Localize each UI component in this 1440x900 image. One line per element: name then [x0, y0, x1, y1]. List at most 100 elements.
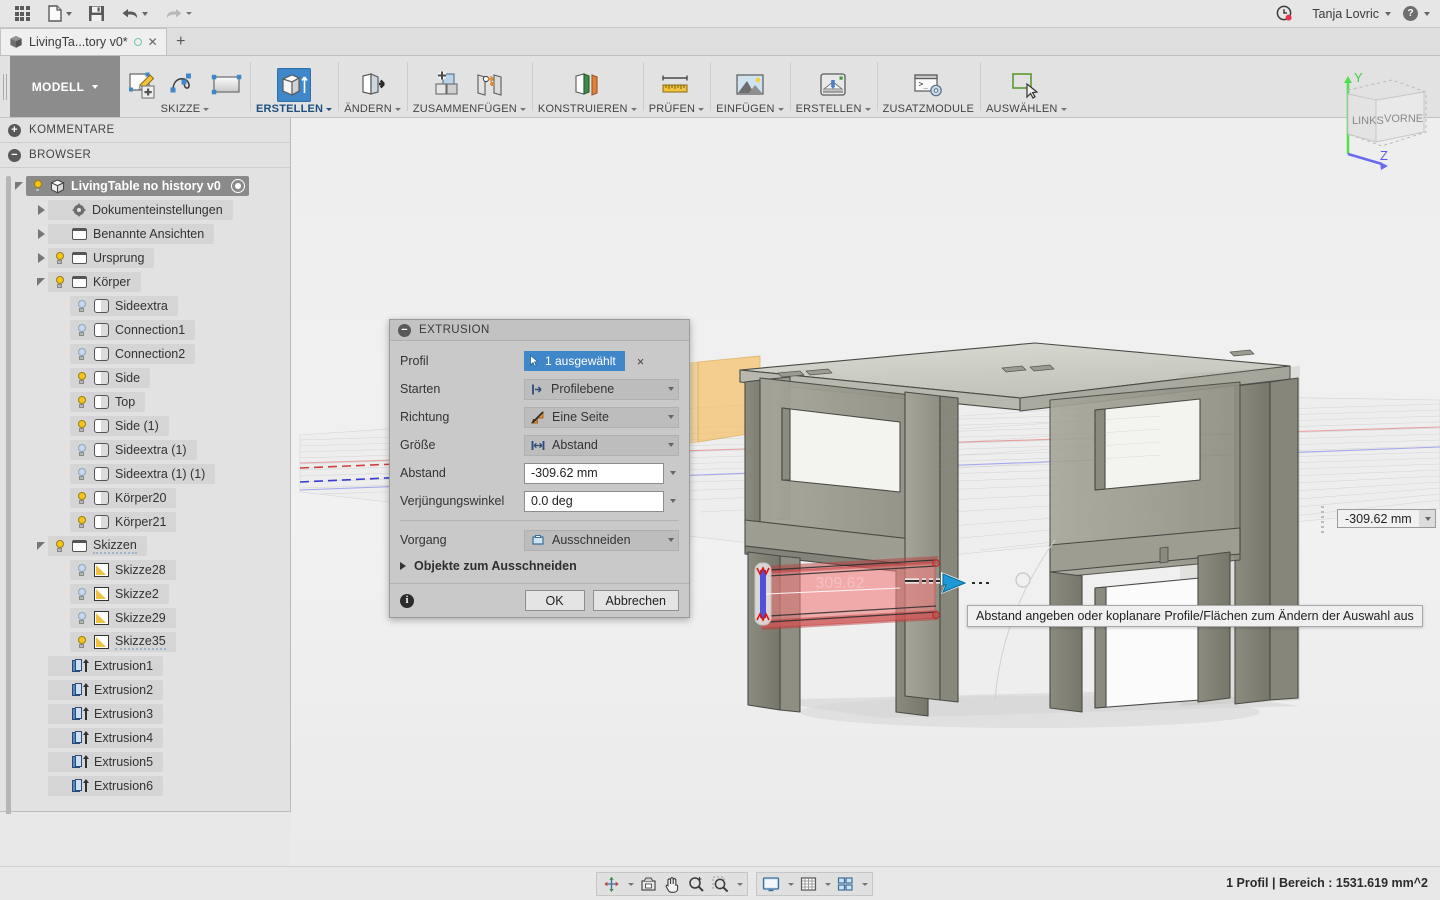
browser-header[interactable]: − BROWSER [0, 143, 290, 168]
tree-item[interactable]: Connection1 [0, 318, 290, 342]
tree-item[interactable]: Sideextra (1) [0, 438, 290, 462]
tree-item[interactable]: Extrusion3 [0, 702, 290, 726]
workspace-selector[interactable]: MODELL [10, 56, 120, 117]
addins-script-icon[interactable]: >_ [911, 68, 945, 102]
ribbon-group-label-select[interactable]: AUSWÄHLEN [986, 103, 1067, 115]
ribbon-group-label-addins[interactable]: ZUSATZMODULE [883, 103, 974, 115]
create-sketch-icon[interactable] [126, 68, 160, 102]
visibility-bulb-icon[interactable] [75, 611, 88, 625]
profile-selection-button[interactable]: 1 ausgewählt [524, 351, 625, 371]
visibility-bulb-icon[interactable] [75, 563, 88, 577]
tree-item[interactable]: Körper21 [0, 510, 290, 534]
user-menu-button[interactable]: Tanja Lovric [1312, 7, 1391, 21]
joint-icon[interactable] [473, 68, 507, 102]
ribbon-group-label-sketch[interactable]: SKIZZE [161, 103, 210, 115]
viewport-distance-caret-icon[interactable] [1419, 516, 1435, 521]
visibility-bulb-icon[interactable] [53, 539, 66, 553]
visibility-bulb-icon[interactable] [31, 179, 44, 193]
undo-button[interactable] [112, 1, 156, 27]
tree-item[interactable]: Extrusion1 [0, 654, 290, 678]
tree-item[interactable]: Extrusion2 [0, 678, 290, 702]
tree-item[interactable]: Dokumenteinstellungen [0, 198, 290, 222]
tree-item[interactable]: Extrusion6 [0, 774, 290, 798]
tree-item[interactable]: Sideextra [0, 294, 290, 318]
new-component-icon[interactable] [431, 68, 465, 102]
measure-icon[interactable] [659, 68, 693, 102]
collapse-toggle[interactable] [34, 542, 48, 550]
tree-item[interactable]: Extrusion5 [0, 750, 290, 774]
visibility-bulb-icon[interactable] [75, 299, 88, 313]
tree-item[interactable]: Top [0, 390, 290, 414]
start-dropdown[interactable]: Profilebene [524, 378, 679, 400]
visibility-bulb-icon[interactable] [75, 515, 88, 529]
tree-item[interactable]: Körper20 [0, 486, 290, 510]
tree-item[interactable]: Skizzen [0, 534, 290, 558]
comments-header[interactable]: + KOMMENTARE [0, 118, 290, 143]
taper-options-icon[interactable] [664, 499, 679, 503]
insert-image-icon[interactable] [733, 68, 767, 102]
ribbon-group-label-construct[interactable]: KONSTRUIEREN [538, 103, 637, 115]
visibility-bulb-icon[interactable] [75, 467, 88, 481]
apps-grid-icon[interactable] [6, 1, 38, 27]
notifications-button[interactable] [1268, 1, 1300, 27]
viewport-distance-value[interactable]: -309.62 mm [1338, 510, 1419, 527]
tree-item[interactable]: Extrusion4 [0, 726, 290, 750]
expand-toggle[interactable] [34, 205, 48, 215]
tree-item[interactable]: Skizze2 [0, 582, 290, 606]
visibility-bulb-icon[interactable] [75, 491, 88, 505]
visibility-bulb-icon[interactable] [75, 323, 88, 337]
extrusion-dialog-titlebar[interactable]: − EXTRUSION [390, 320, 689, 341]
visibility-bulb-icon[interactable] [75, 371, 88, 385]
visibility-bulb-icon[interactable] [75, 395, 88, 409]
extrusion-dialog[interactable]: − EXTRUSION Profil 1 ausgewählt × Starte… [389, 319, 690, 618]
viewport-distance-field[interactable]: -309.62 mm [1337, 509, 1436, 528]
collapse-toggle[interactable] [34, 278, 48, 286]
spline-icon[interactable] [168, 68, 202, 102]
tree-item[interactable]: Skizze28 [0, 558, 290, 582]
activate-radio-icon[interactable] [230, 179, 245, 193]
extrude-icon[interactable] [277, 68, 312, 102]
tree-item[interactable]: Skizze29 [0, 606, 290, 630]
info-icon[interactable]: i [400, 593, 414, 608]
tree-item[interactable]: LivingTable no history v0 [0, 174, 290, 198]
visibility-bulb-icon[interactable] [75, 347, 88, 361]
tree-item[interactable]: Benannte Ansichten [0, 222, 290, 246]
distance-options-icon[interactable] [664, 471, 679, 475]
ribbon-group-label-assemble[interactable]: ZUSAMMENFÜGEN [413, 103, 526, 115]
document-tab[interactable]: LivingTa...tory v0* ✕ [0, 28, 167, 55]
direction-dropdown[interactable]: Eine Seite [524, 406, 679, 428]
collapse-toggle[interactable] [12, 182, 26, 190]
dialog-collapse-icon[interactable]: − [398, 323, 411, 337]
ribbon-group-label-create[interactable]: ERSTELLEN [256, 103, 333, 115]
visibility-bulb-icon[interactable] [53, 251, 66, 265]
taper-input[interactable]: 0.0 deg [524, 490, 664, 512]
construct-plane-icon[interactable] [570, 68, 604, 102]
ribbon-group-label-make[interactable]: ERSTELLEN [796, 103, 871, 115]
tree-item[interactable]: Körper [0, 270, 290, 294]
ribbon-group-label-insert[interactable]: EINFÜGEN [716, 103, 784, 115]
profile-clear-icon[interactable]: × [637, 354, 645, 369]
objects-to-cut-expander[interactable]: Objekte zum Ausschneiden [400, 555, 679, 577]
tree-item[interactable]: Side [0, 366, 290, 390]
distance-input[interactable]: -309.62 mm [524, 462, 664, 484]
expand-toggle[interactable] [34, 229, 48, 239]
file-menu-button[interactable] [38, 1, 80, 27]
select-icon[interactable] [1009, 68, 1043, 102]
tree-item[interactable]: Connection2 [0, 342, 290, 366]
tree-item[interactable]: Skizze35 [0, 630, 290, 654]
visibility-bulb-icon[interactable] [75, 443, 88, 457]
ribbon-group-label-inspect[interactable]: PRÜFEN [649, 103, 705, 115]
extent-dropdown[interactable]: Abstand [524, 434, 679, 456]
expand-toggle[interactable] [34, 253, 48, 263]
visibility-bulb-icon[interactable] [53, 275, 66, 289]
rectangle-icon[interactable] [210, 68, 244, 102]
ribbon-group-label-modify[interactable]: ÄNDERN [344, 103, 401, 115]
help-menu-button[interactable]: ? [1403, 6, 1430, 21]
tree-item[interactable]: Side (1) [0, 414, 290, 438]
tree-item[interactable]: Ursprung [0, 246, 290, 270]
ok-button[interactable]: OK [524, 590, 585, 611]
new-tab-button[interactable]: + [167, 28, 195, 55]
press-pull-icon[interactable] [356, 68, 390, 102]
visibility-bulb-icon[interactable] [75, 635, 88, 649]
view-cube[interactable]: Y Z LINKS VORNE [1330, 62, 1440, 172]
